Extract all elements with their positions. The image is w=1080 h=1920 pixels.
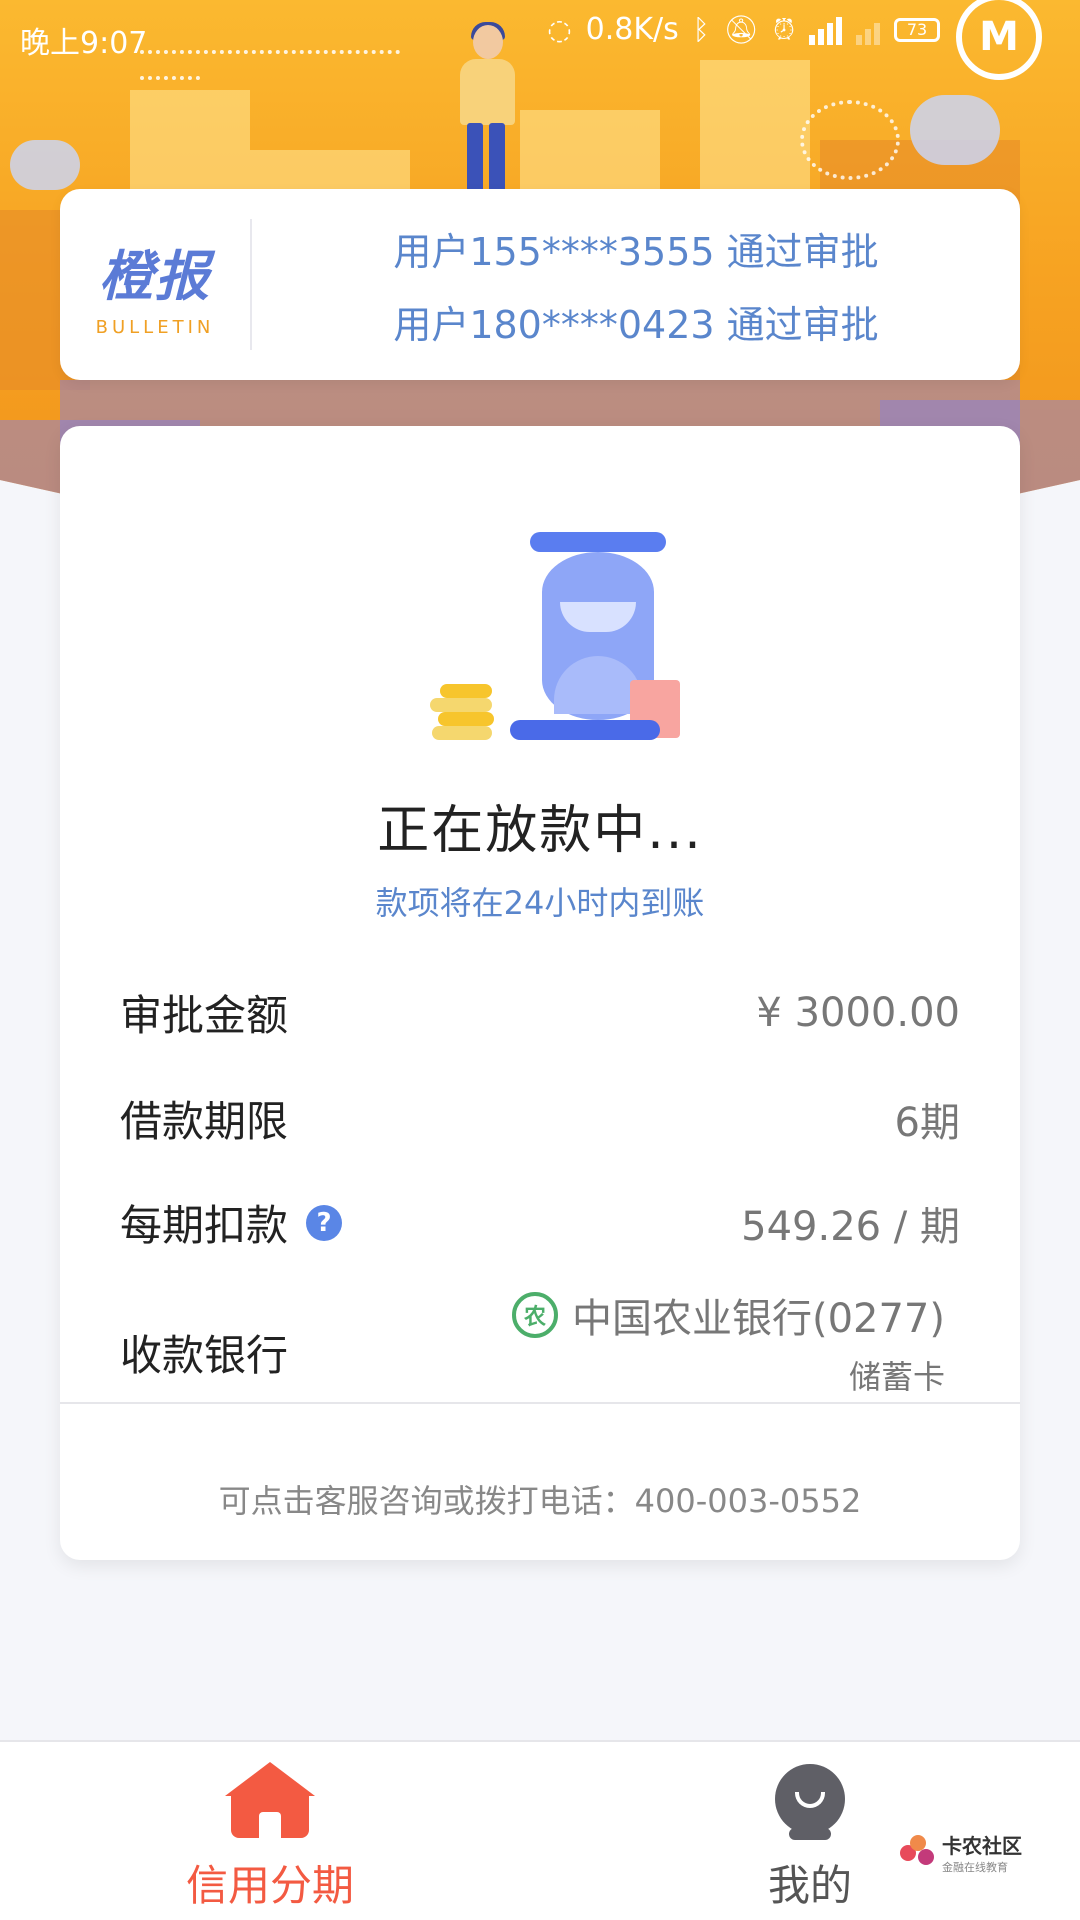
status-title: 正在放款中...: [377, 801, 703, 861]
installment-label: 每期扣款: [120, 1201, 289, 1250]
kanong-logo-icon: [900, 1834, 936, 1871]
mute-bell-icon: 🔕︎: [723, 13, 760, 46]
installment-value: 549.26 / 期: [741, 1203, 960, 1250]
tab-credit-installment[interactable]: 信用分期: [120, 1742, 420, 1920]
bulletin-message: 用户180****0423 通过审批: [393, 302, 879, 347]
approved-amount-label: 审批金额: [120, 991, 289, 1040]
bulletin-card[interactable]: 橙报 BULLETIN 用户155****3555 通过审批 用户180****…: [60, 189, 1020, 380]
abc-bank-icon: 农: [511, 1292, 558, 1338]
watermark-name: 卡农社区: [942, 1834, 1022, 1858]
bank-label: 收款银行: [120, 1330, 289, 1380]
bank-value: 农 中国农业银行(0277) 储蓄卡: [511, 1286, 945, 1398]
approved-amount-row: 审批金额 ¥ 3000.00: [120, 982, 960, 1043]
watermark: 卡农社区 金融在线教育: [900, 1830, 1022, 1875]
bank-row: 收款银行 农 中国农业银行(0277) 储蓄卡: [120, 1286, 945, 1398]
hourglass-icon: [430, 532, 680, 762]
card-type: 储蓄卡: [848, 1358, 945, 1396]
status-subtitle: 款项将在24小时内到账: [375, 884, 705, 922]
bulletin-message: 用户155****3555 通过审批: [393, 229, 879, 274]
app-screen: 晚上9:07 ◌ 0.8K/s ᛒ 🔕︎ ⏰︎ 73 M 橙报 BULLETIN…: [0, 0, 1080, 1920]
watermark-tagline: 金融在线教育: [942, 1861, 1008, 1874]
installment-label-group: 每期扣款 ?: [120, 1192, 343, 1253]
divider: [60, 1402, 1020, 1404]
alarm-icon: ⏰︎: [773, 12, 795, 46]
battery-icon: 73: [894, 17, 940, 42]
sync-icon: ◌: [547, 13, 572, 46]
installment-row: 每期扣款 ? 549.26 / 期: [120, 1192, 960, 1253]
tab-label: 信用分期: [185, 1861, 354, 1910]
floating-m-logo-icon[interactable]: M: [956, 0, 1042, 80]
signal-secondary-icon: [856, 15, 880, 45]
signal-icon: [809, 15, 842, 45]
bulletin-logo: 橙报 BULLETIN: [60, 219, 252, 350]
profile-icon: [775, 1764, 845, 1840]
bluetooth-icon: ᛒ: [692, 13, 710, 46]
loan-term-label: 借款期限: [120, 1097, 289, 1146]
loan-term-value: 6期: [894, 1099, 960, 1146]
network-speed: 0.8K/s: [585, 12, 679, 47]
customer-service-text[interactable]: 可点击客服咨询或拨打电话：400-003-0552: [60, 1476, 1020, 1522]
approved-amount-value: ¥ 3000.00: [756, 989, 960, 1036]
home-icon: [225, 1762, 315, 1842]
loan-status-card: 正在放款中... 款项将在24小时内到账 审批金额 ¥ 3000.00 借款期限…: [60, 426, 1020, 1560]
bulletin-messages: 用户155****3555 通过审批 用户180****0423 通过审批: [252, 221, 1020, 349]
help-question-icon[interactable]: ?: [306, 1204, 343, 1241]
loan-term-row: 借款期限 6期: [120, 1088, 960, 1149]
bank-name: 中国农业银行(0277): [571, 1296, 945, 1342]
status-time: 晚上9:07: [20, 26, 148, 61]
status-bar: 晚上9:07 ◌ 0.8K/s ᛒ 🔕︎ ⏰︎ 73 M: [0, 0, 1080, 80]
